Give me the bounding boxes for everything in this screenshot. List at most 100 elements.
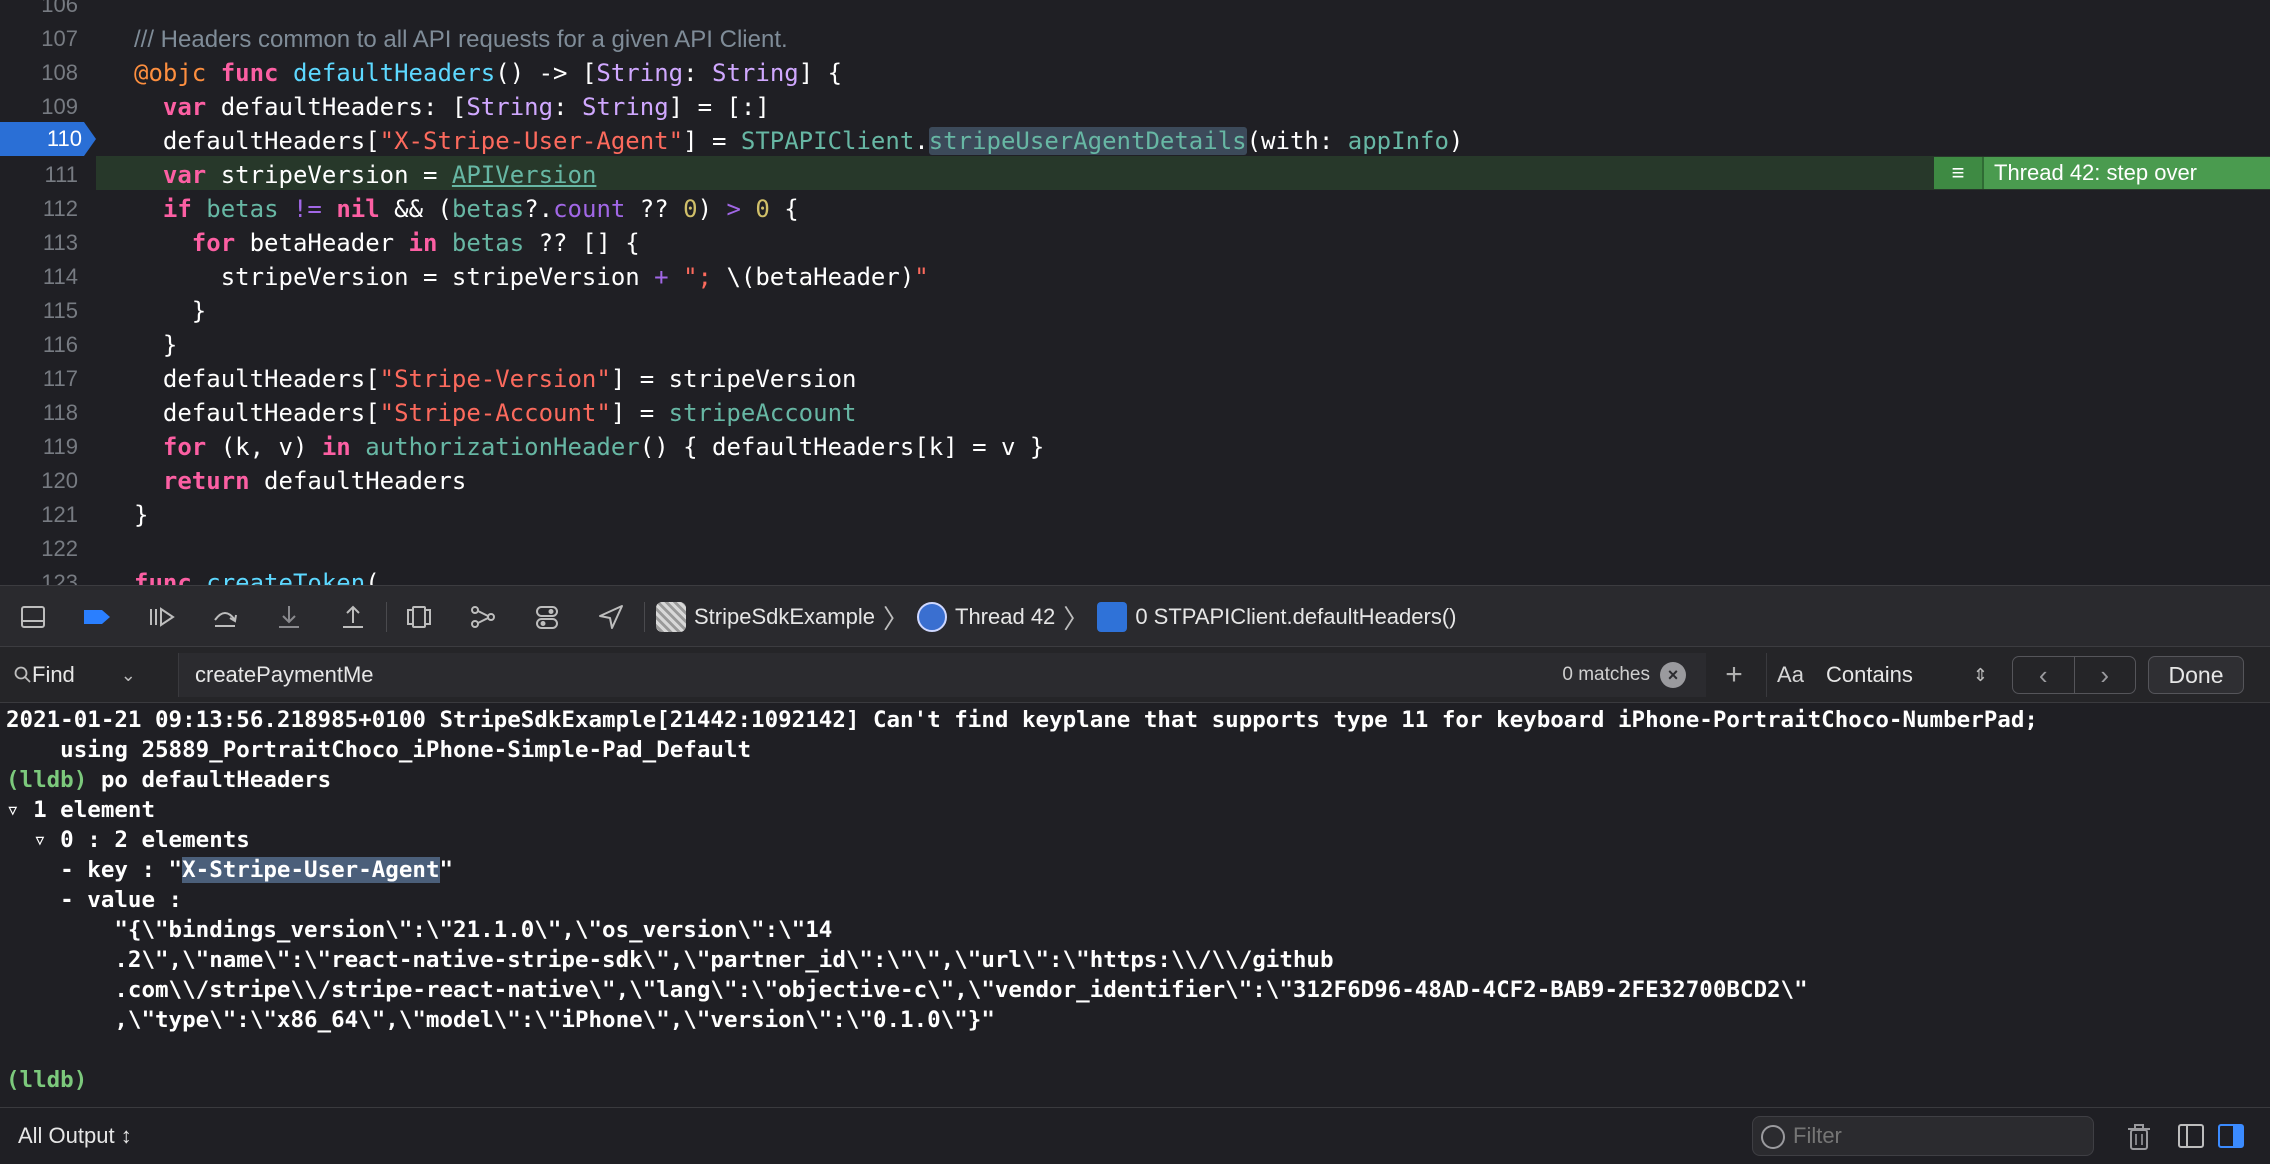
show-variables-view-button[interactable]	[2176, 1121, 2206, 1151]
code-token: if	[162, 195, 192, 223]
next-match-button[interactable]: ›	[2073, 657, 2136, 693]
code-line[interactable]: 117 defaultHeaders["Stripe-Version"] = s…	[0, 362, 2270, 396]
console-line: - value :	[6, 885, 182, 915]
code-line[interactable]: 107 /// Headers common to all API request…	[0, 22, 2270, 56]
line-number[interactable]: 113	[0, 226, 92, 260]
line-number[interactable]: 122	[0, 532, 92, 566]
code-text: defaultHeaders["Stripe-Account"] = strip…	[134, 396, 857, 430]
console-text: ▿ 0 : 2 elements	[6, 827, 250, 854]
code-token: ] =	[683, 127, 741, 155]
console-line: ,\"type\":\"x86_64\",\"model\":\"iPhone\…	[6, 1005, 995, 1035]
panel-toggle-icon	[21, 606, 45, 628]
line-number[interactable]: 123	[0, 566, 92, 585]
step-into-button[interactable]	[262, 586, 316, 648]
debug-memory-graph-button[interactable]	[456, 586, 510, 648]
code-line[interactable]: 119 for (k, v) in authorizationHeader() …	[0, 430, 2270, 464]
code-line[interactable]: 114 stripeVersion = stripeVersion + "; \…	[0, 260, 2270, 294]
code-text: var stripeVersion = APIVersion	[134, 158, 597, 192]
code-token: +	[654, 263, 669, 291]
code-line[interactable]: 109 var defaultHeaders: [String: String]…	[0, 90, 2270, 124]
code-token: ?? [] {	[524, 229, 640, 257]
filter-field[interactable]	[1752, 1116, 2094, 1156]
line-number[interactable]: 114	[0, 260, 92, 294]
line-number[interactable]: 109	[0, 90, 92, 124]
code-token: createToken	[206, 569, 366, 585]
code-line[interactable]: 106	[0, 0, 2270, 22]
location-arrow-icon	[599, 605, 623, 629]
chevron-right-icon: 〉	[1063, 603, 1090, 634]
step-out-button[interactable]	[326, 586, 380, 648]
code-line[interactable]: 115 }	[0, 294, 2270, 328]
breakpoints-toggle-button[interactable]	[70, 586, 124, 648]
filter-icon	[1761, 1125, 1785, 1149]
clear-console-button[interactable]	[2122, 1120, 2156, 1154]
code-line[interactable]: 120 return defaultHeaders	[0, 464, 2270, 498]
line-number[interactable]: 121	[0, 498, 92, 532]
environment-overrides-button[interactable]	[520, 586, 574, 648]
line-number[interactable]: 117	[0, 362, 92, 396]
show-console-view-button[interactable]	[2216, 1121, 2246, 1151]
code-token: stripeVersion =	[206, 161, 452, 189]
case-sensitivity-button[interactable]: Aa	[1766, 653, 1814, 697]
code-text: defaultHeaders["Stripe-Version"] = strip…	[134, 362, 857, 396]
find-input[interactable]	[195, 653, 1495, 697]
console-line: ▿ 1 element	[6, 795, 155, 825]
breadcrumb-thread[interactable]: Thread 42	[917, 602, 1055, 632]
code-text: func createToken(	[134, 566, 380, 585]
line-number[interactable]: 111	[0, 158, 92, 192]
clear-search-icon[interactable]: ×	[1660, 662, 1686, 688]
code-line[interactable]: 116 }	[0, 328, 2270, 362]
continue-button[interactable]	[134, 586, 188, 648]
source-editor[interactable]: 110 106 107/// Headers common to all API …	[0, 0, 2270, 585]
line-number[interactable]: 115	[0, 294, 92, 328]
find-mode-selector[interactable]: Find ⌄	[14, 655, 176, 695]
line-number[interactable]: 107	[0, 22, 92, 56]
code-line[interactable]: 111 var stripeVersion = APIVersion	[0, 158, 2270, 192]
match-type-dropdown[interactable]: Contains ⇕	[1818, 653, 1998, 697]
step-into-icon	[279, 606, 299, 628]
code-line[interactable]: 122	[0, 532, 2270, 566]
thread-indicator[interactable]: ≡ Thread 42: step over	[1934, 157, 2270, 189]
step-over-button[interactable]	[198, 586, 252, 648]
line-number[interactable]: 120	[0, 464, 92, 498]
simulate-location-button[interactable]	[584, 586, 638, 648]
breadcrumb-process[interactable]: StripeSdkExample	[656, 602, 875, 632]
output-filter-selector[interactable]: All Output ↕	[18, 1108, 132, 1164]
chevron-updown-icon: ⇕	[1972, 665, 1988, 685]
code-token: in	[408, 229, 438, 257]
code-line[interactable]: 110 defaultHeaders["X-Stripe-User-Agent"…	[0, 124, 2270, 158]
code-line[interactable]: 112 if betas != nil && (betas?.count ?? …	[0, 192, 2270, 226]
console-output[interactable]: 2021-01-21 09:13:56.218985+0100 StripeSd…	[0, 703, 2270, 1107]
previous-match-button[interactable]: ‹	[2013, 657, 2074, 693]
done-button[interactable]: Done	[2148, 656, 2244, 694]
line-number[interactable]: 108	[0, 56, 92, 90]
hide-debug-area-button[interactable]	[6, 586, 60, 648]
code-line[interactable]: 108 @objc func defaultHeaders() -> [Strin…	[0, 56, 2270, 90]
find-field[interactable]: 0 matches ×	[178, 653, 1706, 697]
breadcrumb-frame[interactable]: 0 STPAPIClient.defaultHeaders()	[1097, 602, 1457, 632]
add-pattern-button[interactable]: +	[1712, 653, 1756, 697]
code-token: stripeUserAgentDetails	[928, 127, 1247, 155]
line-number[interactable]: 112	[0, 192, 92, 226]
line-number[interactable]: 106	[0, 0, 92, 22]
find-bar: Find ⌄ 0 matches × + Aa Contains ⇕ ‹ › D…	[0, 647, 2270, 703]
list-icon[interactable]: ≡	[1934, 157, 1984, 189]
breadcrumb-thread-label: Thread 42	[955, 604, 1056, 629]
code-line[interactable]: 118 defaultHeaders["Stripe-Account"] = s…	[0, 396, 2270, 430]
line-number[interactable]: 116	[0, 328, 92, 362]
code-line[interactable]: 113 for betaHeader in betas ?? [] {	[0, 226, 2270, 260]
line-number[interactable]: 119	[0, 430, 92, 464]
code-line[interactable]: 123 func createToken(	[0, 566, 2270, 585]
code-line[interactable]: 121}	[0, 498, 2270, 532]
code-text: @objc func defaultHeaders() -> [String: …	[134, 56, 842, 90]
code-token: defaultHeaders[	[134, 127, 380, 155]
console-text: .com\\/stripe\\/stripe-react-native\",\"…	[6, 977, 1808, 1004]
filter-input[interactable]	[1793, 1117, 2083, 1155]
code-text: }	[134, 498, 148, 532]
debug-view-hierarchy-button[interactable]	[392, 586, 446, 648]
line-number[interactable]: 118	[0, 396, 92, 430]
code-token: String	[466, 93, 554, 121]
